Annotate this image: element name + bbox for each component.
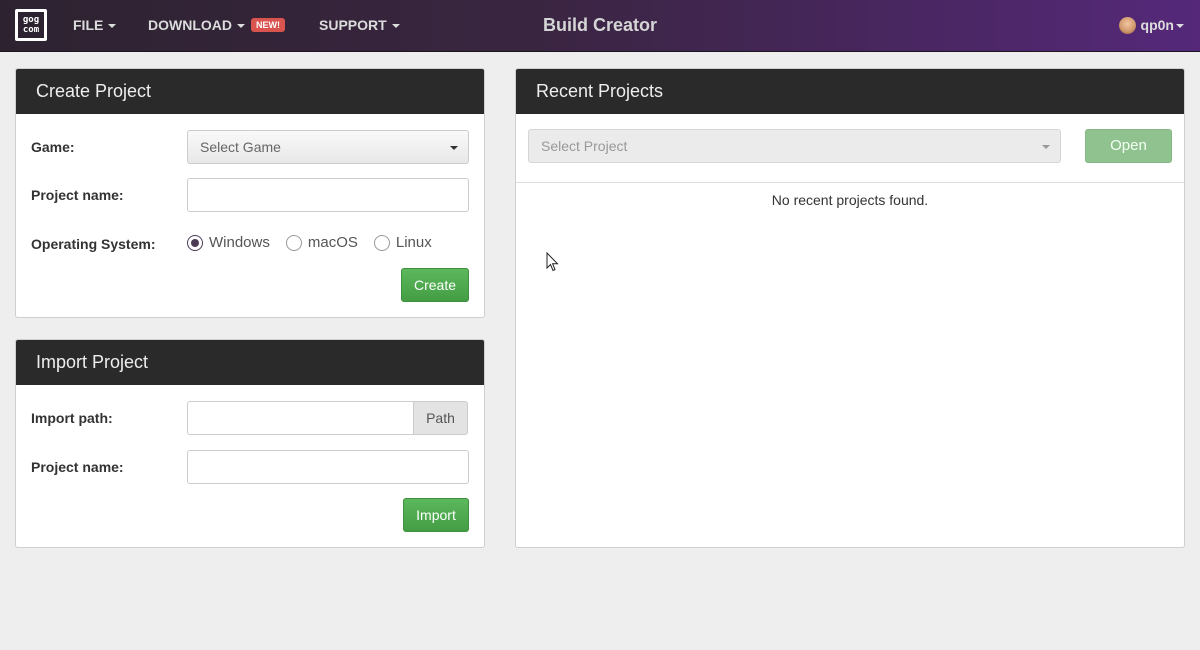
import-project-title: Import Project	[16, 340, 484, 385]
recent-projects-panel: Recent Projects Select Project Open No r…	[515, 68, 1185, 548]
radio-unchecked-icon	[285, 234, 302, 251]
chevron-down-icon	[450, 146, 458, 150]
os-radio-group: Windows macOS Linux	[187, 234, 448, 251]
import-project-name-label: Project name:	[31, 459, 124, 475]
recent-project-select[interactable]: Select Project	[528, 129, 1061, 163]
divider	[516, 182, 1184, 183]
create-button[interactable]: Create	[401, 268, 469, 302]
support-menu-label: SUPPORT	[319, 17, 387, 33]
gog-logo[interactable]: gog com	[15, 9, 47, 41]
username: qp0n	[1140, 17, 1174, 33]
logo-text-bottom: com	[22, 25, 40, 35]
chevron-down-icon	[108, 24, 117, 29]
open-button[interactable]: Open	[1085, 129, 1172, 163]
os-radio-linux[interactable]: Linux	[373, 234, 432, 251]
os-radio-windows[interactable]: Windows	[187, 234, 270, 251]
download-menu-label: DOWNLOAD	[148, 17, 232, 33]
os-radio-label: macOS	[307, 234, 358, 251]
import-project-panel: Import Project Import path: Path Project…	[15, 339, 485, 548]
import-path-label: Import path:	[31, 410, 113, 426]
os-radio-label: Linux	[395, 234, 432, 251]
import-button[interactable]: Import	[403, 498, 469, 532]
radio-checked-icon	[187, 234, 203, 251]
path-browse-button[interactable]: Path	[414, 401, 468, 435]
file-menu-label: FILE	[73, 17, 104, 33]
user-menu[interactable]: qp0n	[1118, 0, 1184, 51]
top-navbar: gog com FILE DOWNLOAD NEW! SUPPORT Build …	[0, 0, 1200, 52]
support-menu[interactable]: SUPPORT	[319, 0, 400, 51]
import-path-input[interactable]	[187, 401, 414, 435]
os-radio-macos[interactable]: macOS	[285, 234, 358, 251]
empty-state-message: No recent projects found.	[771, 192, 929, 208]
game-label: Game:	[31, 139, 75, 155]
new-badge: NEW!	[251, 18, 285, 33]
avatar	[1118, 16, 1136, 34]
chevron-down-icon	[1042, 145, 1050, 149]
logo-text-top: gog	[22, 15, 40, 25]
game-select[interactable]: Select Game	[187, 130, 469, 164]
chevron-down-icon	[391, 24, 400, 29]
file-menu[interactable]: FILE	[73, 0, 117, 51]
chevron-down-icon	[1176, 24, 1184, 29]
gog-logo-mark: gog com	[18, 12, 44, 38]
create-project-panel: Create Project Game: Select Game Project…	[15, 68, 485, 318]
project-name-label: Project name:	[31, 187, 124, 203]
recent-projects-title: Recent Projects	[516, 69, 1184, 114]
create-project-title: Create Project	[16, 69, 484, 114]
radio-unchecked-icon	[373, 234, 390, 251]
download-menu[interactable]: DOWNLOAD NEW!	[148, 0, 285, 51]
os-radio-label: Windows	[209, 234, 270, 251]
import-project-name-input[interactable]	[187, 450, 469, 484]
recent-project-select-value: Select Project	[541, 138, 628, 154]
project-name-input[interactable]	[187, 178, 469, 212]
chevron-down-icon	[237, 24, 245, 29]
mouse-pointer-icon	[546, 252, 559, 272]
game-select-value: Select Game	[200, 139, 281, 155]
os-label: Operating System:	[31, 236, 156, 252]
